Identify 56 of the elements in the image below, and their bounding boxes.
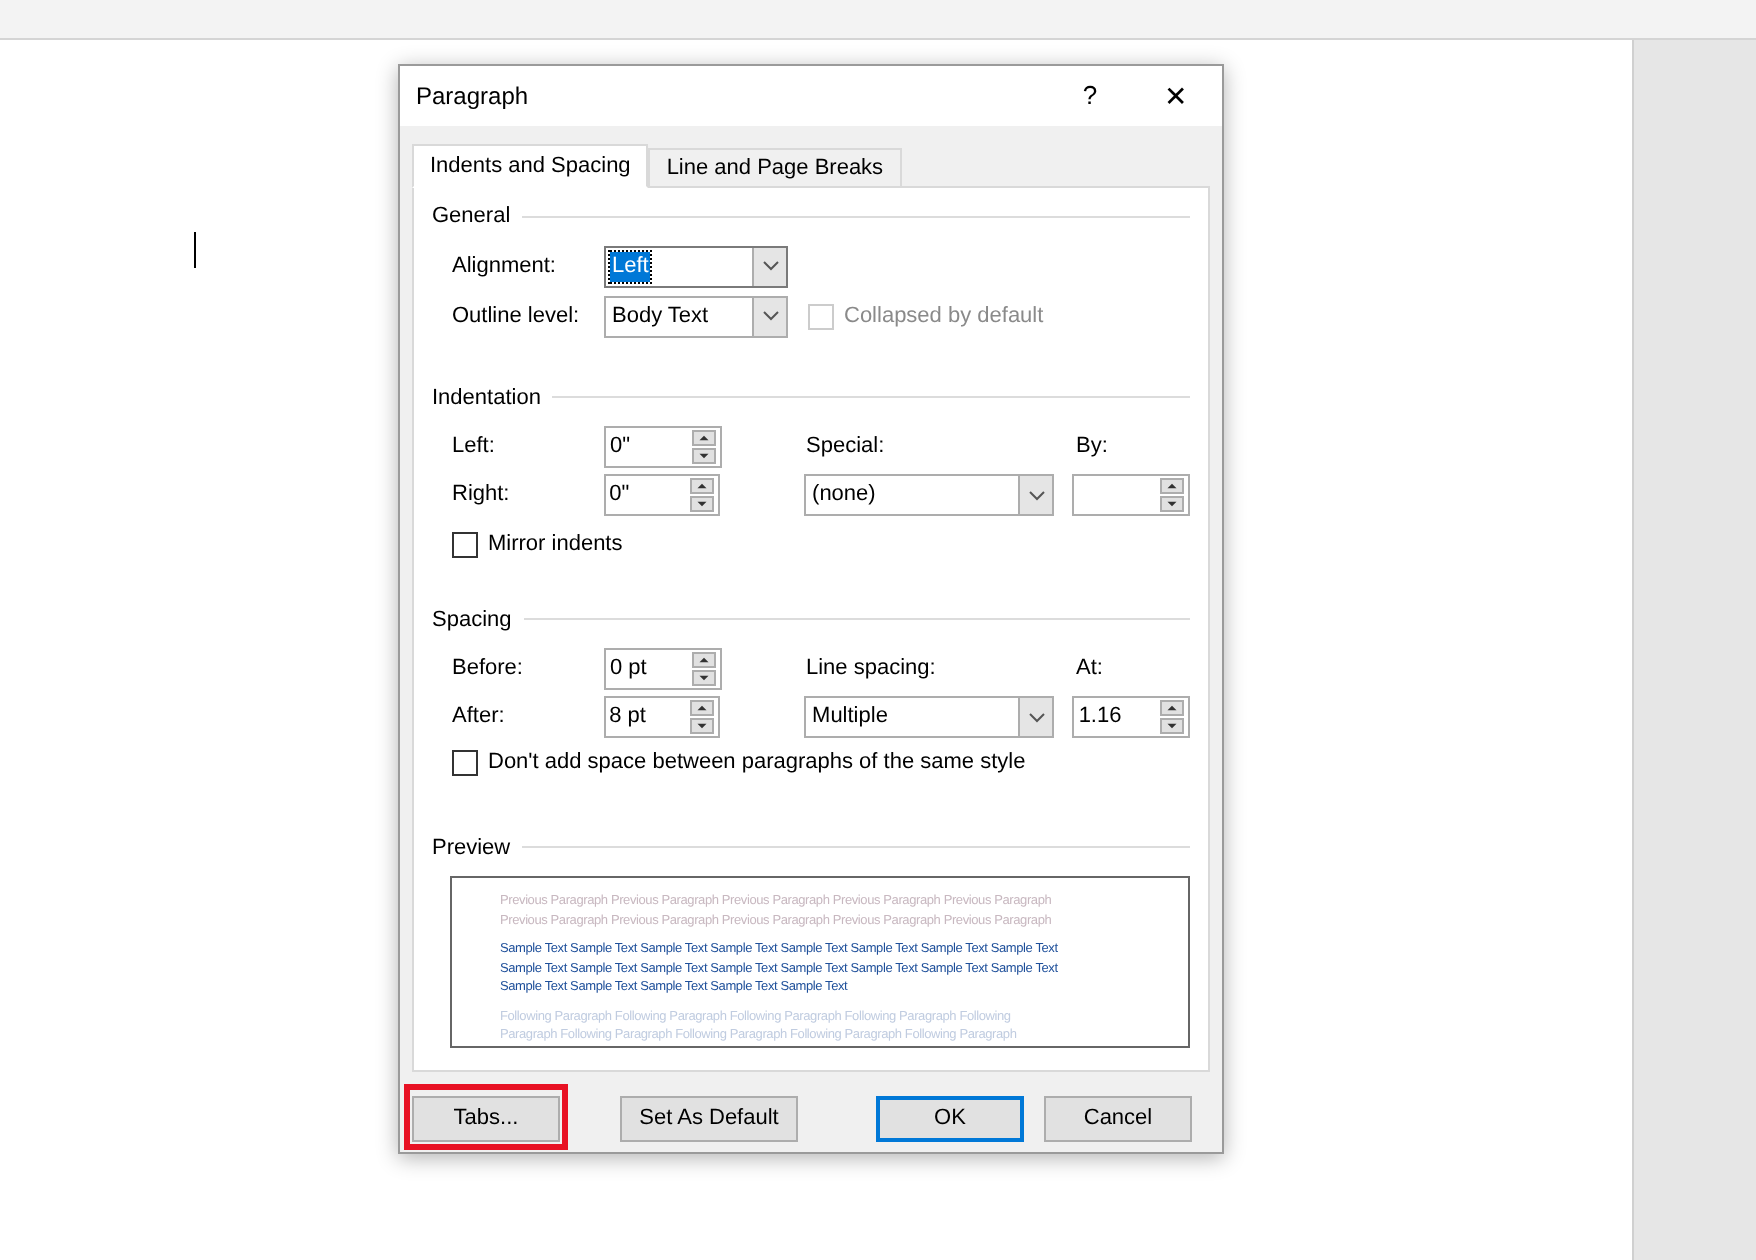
text-cursor (194, 232, 196, 268)
checkbox-label: Mirror indents (488, 530, 623, 560)
chevron-down-icon (1027, 711, 1046, 723)
dropdown[interactable]: Multiple (804, 696, 1055, 738)
dropdown-value: Multiple (810, 702, 890, 732)
spinner-field[interactable]: 0 pt (604, 648, 722, 690)
chevron-down-icon (761, 260, 779, 272)
spinner-value: 0" (609, 480, 630, 510)
field-label: Left: (452, 432, 497, 463)
dropdown-value: Left (610, 251, 651, 281)
group-heading: Preview (432, 833, 511, 863)
checkbox-label: Don't add space between paragraphs of the same style (488, 748, 1026, 778)
dropdown[interactable]: Body Text (604, 295, 788, 337)
group-heading: Indentation (432, 383, 541, 413)
spinner-field[interactable] (1072, 474, 1190, 516)
field-label: By: (1076, 432, 1108, 463)
checkbox[interactable] (452, 531, 478, 558)
field-label: Line spacing: (806, 654, 938, 685)
field-label: Before: (452, 654, 525, 685)
spinner-field[interactable]: 0" (604, 426, 722, 468)
field-label: After: (452, 702, 507, 733)
close-button[interactable]: ✕ (1130, 66, 1222, 126)
dropdown-arrow-button[interactable] (1018, 476, 1053, 514)
spinner-value: 0" (610, 432, 631, 462)
tab[interactable]: Line and Page Breaks (648, 148, 902, 188)
group-heading: Spacing (432, 605, 512, 635)
dropdown-value: (none) (810, 480, 878, 510)
dropdown[interactable]: (none) (804, 474, 1055, 516)
dialog-button[interactable]: Cancel (1044, 1095, 1192, 1142)
checkbox-label: Collapsed by default (844, 301, 1044, 332)
dropdown-arrow-button[interactable] (1018, 698, 1053, 736)
chevron-down-icon (1027, 489, 1046, 501)
dialog-button[interactable]: OK (876, 1095, 1024, 1142)
dialog-button[interactable]: Tabs... (412, 1095, 560, 1142)
field-label: Outline level: (452, 301, 582, 332)
spinner-field[interactable]: 8 pt (603, 696, 721, 738)
field-label: At: (1076, 654, 1103, 685)
checkbox[interactable] (452, 749, 478, 776)
window-title: Paragraph (416, 80, 531, 114)
help-button[interactable]: ? (1050, 66, 1130, 126)
field-label: Alignment: (452, 251, 558, 282)
spinner-value: 0 pt (610, 654, 647, 684)
spinner-value: 1.16 (1078, 702, 1122, 732)
field-label: Special: (806, 432, 887, 463)
field-label: Right: (452, 480, 512, 511)
spinner-value: 8 pt (609, 702, 646, 732)
chevron-down-icon (761, 310, 779, 322)
dropdown-arrow-button[interactable] (752, 297, 786, 335)
dropdown[interactable]: Left (604, 245, 788, 287)
dropdown-value: Body Text (610, 301, 711, 331)
dropdown-arrow-button[interactable] (752, 247, 786, 285)
dialog-button[interactable]: Set As Default (620, 1095, 798, 1142)
group-heading: General (432, 202, 511, 232)
tab[interactable]: Indents and Spacing (412, 144, 649, 188)
spinner-field[interactable]: 0" (603, 474, 721, 516)
spinner-field[interactable]: 1.16 (1072, 696, 1190, 738)
